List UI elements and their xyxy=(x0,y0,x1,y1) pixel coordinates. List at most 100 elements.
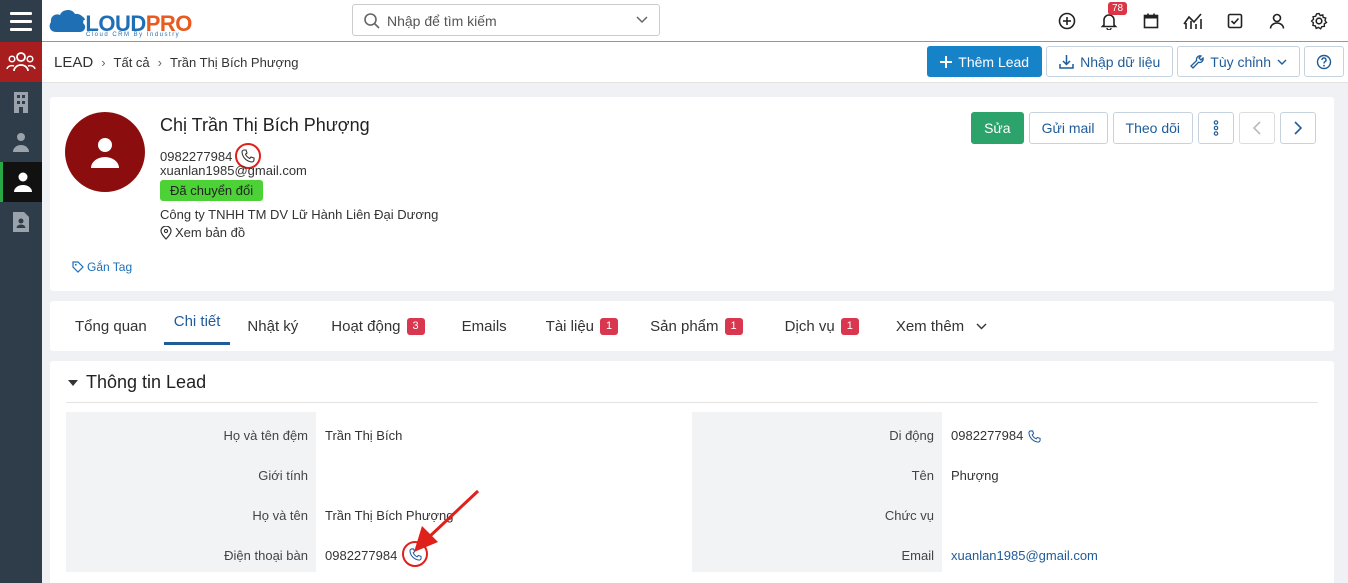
send-mail-button[interactable]: Gửi mail xyxy=(1028,112,1108,144)
chevron-down-icon xyxy=(1277,59,1287,65)
field-value[interactable]: Trần Thị Bích xyxy=(316,412,402,452)
logo-subtitle: Cloud CRM By Industry xyxy=(86,32,181,38)
field-value[interactable]: Trần Thị Bích Phượng xyxy=(316,492,454,532)
toolbar: Thêm Lead Nhập dữ liệu Tùy chỉnh xyxy=(927,46,1344,77)
profile-card: Chị Trần Thị Bích Phượng 0982277984 xuan… xyxy=(50,97,1334,291)
logo[interactable]: CLOUDPRO Cloud CRM By Industry xyxy=(48,4,208,38)
users-group-icon xyxy=(6,52,36,72)
field-label: Họ và tên xyxy=(66,492,316,532)
info-column-right: Di động 0982277984 Tên Phượng Chức vụ Em… xyxy=(692,412,1318,572)
map-pin-icon xyxy=(160,225,172,240)
field-value[interactable] xyxy=(942,492,951,532)
contacts-icon xyxy=(13,133,29,152)
add-tag-link[interactable]: Gắn Tag xyxy=(72,260,132,274)
breadcrumb: LEAD › Tất cả › Trần Thị Bích Phượng xyxy=(54,54,299,71)
import-label: Nhập dữ liệu xyxy=(1080,53,1161,70)
sidebar-item-contacts[interactable] xyxy=(0,122,42,162)
bell-icon[interactable]: 78 xyxy=(1088,2,1130,33)
user-icon[interactable] xyxy=(1256,9,1298,33)
next-button[interactable] xyxy=(1280,112,1316,144)
caret-down-icon xyxy=(68,379,78,386)
sidebar-item-company[interactable] xyxy=(0,82,42,122)
tab-badge: 1 xyxy=(840,317,859,335)
tab-overview[interactable]: Tổng quan xyxy=(65,301,157,351)
field-label: Điện thoại bàn xyxy=(66,532,316,572)
field-value[interactable]: xuanlan1985@gmail.com xyxy=(942,532,1098,572)
field-label: Giới tính xyxy=(66,452,316,492)
search-icon xyxy=(364,13,380,29)
sidebar xyxy=(0,42,42,583)
chevron-down-icon xyxy=(636,16,648,24)
field-mobile: Di động 0982277984 xyxy=(692,412,1318,452)
previous-button[interactable] xyxy=(1239,112,1275,144)
call-landline-button[interactable] xyxy=(402,541,429,567)
lead-info-section: Thông tin Lead Họ và tên đệm Trần Thị Bí… xyxy=(50,361,1334,583)
lead-email[interactable]: xuanlan1985@gmail.com xyxy=(160,163,307,178)
field-first-name: Tên Phượng xyxy=(692,452,1318,492)
user-avatar-icon xyxy=(91,138,119,168)
search-input[interactable]: Nhập để tìm kiếm xyxy=(352,4,660,36)
breadcrumb-module[interactable]: LEAD xyxy=(54,54,93,71)
profile-actions: Sửa Gửi mail Theo dõi xyxy=(971,112,1316,144)
field-value[interactable] xyxy=(316,452,325,492)
more-options-button[interactable] xyxy=(1198,112,1234,144)
follow-button[interactable]: Theo dõi xyxy=(1112,112,1193,144)
lead-phone-value: 0982277984 xyxy=(160,148,233,164)
tab-documents[interactable]: Tài liệu 1 xyxy=(536,301,628,351)
chart-icon[interactable] xyxy=(1172,9,1214,33)
field-email: Email xuanlan1985@gmail.com xyxy=(692,532,1318,572)
map-link[interactable]: Xem bản đồ xyxy=(160,225,245,240)
field-position: Chức vụ xyxy=(692,492,1318,532)
avatar[interactable] xyxy=(65,112,145,192)
add-lead-button[interactable]: Thêm Lead xyxy=(927,46,1043,77)
edit-button[interactable]: Sửa xyxy=(971,112,1024,144)
checkbox-icon[interactable] xyxy=(1214,9,1256,33)
field-label: Email xyxy=(692,532,942,572)
phone-icon xyxy=(241,149,255,163)
add-lead-label: Thêm Lead xyxy=(958,53,1030,70)
calendar-icon[interactable] xyxy=(1130,9,1172,33)
add-circle-icon[interactable] xyxy=(1046,9,1088,33)
info-column-left: Họ và tên đệm Trần Thị Bích Giới tính Họ… xyxy=(66,412,675,572)
section-header[interactable]: Thông tin Lead xyxy=(68,372,206,393)
building-icon xyxy=(14,92,28,113)
search-placeholder: Nhập để tìm kiếm xyxy=(387,13,497,29)
tab-products[interactable]: Sản phẩm 1 xyxy=(640,301,753,351)
breadcrumb-level1[interactable]: Tất cả xyxy=(114,55,150,70)
help-icon xyxy=(1316,54,1332,69)
field-label: Chức vụ xyxy=(692,492,942,532)
import-button[interactable]: Nhập dữ liệu xyxy=(1046,46,1174,77)
chevron-right-icon: › xyxy=(101,55,106,70)
kebab-icon xyxy=(1213,120,1219,136)
landline-value[interactable]: 0982277984 xyxy=(325,532,397,580)
tab-details[interactable]: Chi tiết xyxy=(163,301,231,345)
top-bar: CLOUDPRO Cloud CRM By Industry Nhập để t… xyxy=(0,0,1348,42)
divider xyxy=(66,402,1318,403)
phone-icon[interactable] xyxy=(1028,429,1041,443)
field-middle-name: Họ và tên đệm Trần Thị Bích xyxy=(66,412,675,452)
sidebar-item-documents[interactable] xyxy=(0,202,42,242)
tab-log[interactable]: Nhật ký xyxy=(237,301,308,351)
tab-badge: 1 xyxy=(724,317,743,335)
section-title: Thông tin Lead xyxy=(86,372,207,392)
tab-more[interactable]: Xem thêm xyxy=(886,301,997,351)
plus-icon xyxy=(940,55,953,68)
menu-icon[interactable] xyxy=(0,0,42,42)
sidebar-item-users[interactable] xyxy=(0,42,42,82)
tab-activities[interactable]: Hoạt động 3 xyxy=(321,301,434,351)
tab-emails[interactable]: Emails xyxy=(452,301,517,351)
phone-icon xyxy=(409,547,422,561)
help-button[interactable] xyxy=(1304,46,1344,77)
lead-company: Công ty TNHH TM DV Lữ Hành Liên Đại Dươn… xyxy=(160,207,439,222)
field-value: 0982277984 xyxy=(316,532,429,572)
lead-name: Chị Trần Thị Bích Phượng xyxy=(160,115,370,135)
sidebar-item-leads[interactable] xyxy=(0,162,42,202)
gear-icon[interactable] xyxy=(1298,9,1340,33)
wrench-icon xyxy=(1190,54,1205,69)
field-value[interactable]: Phượng xyxy=(942,452,999,492)
field-landline: Điện thoại bàn 0982277984 xyxy=(66,532,675,572)
lead-user-icon xyxy=(13,172,32,192)
customize-button[interactable]: Tùy chỉnh xyxy=(1177,46,1300,77)
field-label: Tên xyxy=(692,452,942,492)
tab-services[interactable]: Dịch vụ 1 xyxy=(775,301,869,351)
